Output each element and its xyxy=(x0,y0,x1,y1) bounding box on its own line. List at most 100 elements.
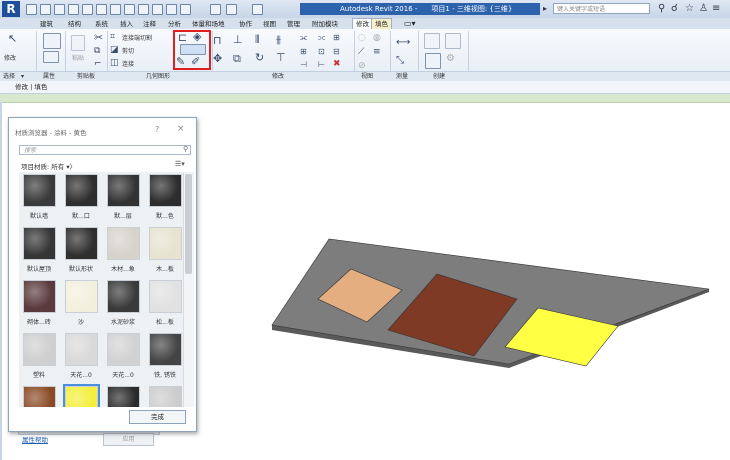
join-cut-button[interactable]: 连接端切割 xyxy=(122,33,152,42)
move-cross-icon[interactable]: ✥ xyxy=(213,53,222,64)
create-group-icon[interactable] xyxy=(445,33,461,49)
revit-logo-icon[interactable]: R xyxy=(2,1,20,17)
close-hidden-icon[interactable] xyxy=(210,4,221,15)
trim-extend-icon[interactable]: ⊤ xyxy=(276,52,286,63)
project-materials-filter[interactable]: 项目材质: 所有 ▾〉 xyxy=(21,161,76,171)
scale-icon[interactable]: ⊡ xyxy=(318,46,325,57)
tab-view[interactable]: 视图 xyxy=(263,19,276,29)
sign-in-icon[interactable]: ≡ xyxy=(712,3,720,15)
join-geometry-icon[interactable]: ◫ xyxy=(110,58,119,69)
material-search-input[interactable]: 搜索 xyxy=(19,145,191,155)
material-swatch[interactable] xyxy=(23,174,56,207)
list-view-icon[interactable]: ☰▾ xyxy=(175,160,185,168)
redo-icon[interactable] xyxy=(68,4,79,15)
split-gap-icon[interactable]: ⫗ xyxy=(318,32,325,43)
3d-view-icon[interactable] xyxy=(152,4,163,15)
material-swatch[interactable] xyxy=(107,333,140,366)
customize-icon[interactable] xyxy=(252,4,263,15)
copy-icon[interactable]: ⧉ xyxy=(94,46,100,57)
material-swatch[interactable] xyxy=(23,227,56,260)
mirror-axis-icon[interactable]: ⫴ xyxy=(255,34,260,45)
favorite-star-icon[interactable]: ☆ xyxy=(685,3,694,15)
switch-window-icon[interactable] xyxy=(226,4,237,15)
join-cut-icon[interactable]: ⌗ xyxy=(110,32,115,43)
material-swatch[interactable] xyxy=(149,227,182,260)
material-swatch[interactable] xyxy=(107,174,140,207)
match-type-icon[interactable]: ⌐ xyxy=(94,59,102,70)
binoculars-icon[interactable]: ⚲ xyxy=(658,3,665,15)
tab-massing-site[interactable]: 体量和场地 xyxy=(192,19,225,29)
select-dropdown-icon[interactable]: ▾ xyxy=(21,72,24,81)
paste-icon[interactable] xyxy=(71,35,85,51)
cut-scissors-icon[interactable]: ✂ xyxy=(94,32,103,43)
tab-systems[interactable]: 系统 xyxy=(95,19,108,29)
pin-icon[interactable]: ⊟ xyxy=(333,46,340,57)
material-swatch[interactable] xyxy=(63,384,100,407)
mirror-draw-icon[interactable]: ⫵ xyxy=(276,34,281,45)
save-icon[interactable] xyxy=(40,4,51,15)
panel-label-select[interactable]: 选择 xyxy=(3,72,15,81)
text-icon[interactable] xyxy=(138,4,149,15)
properties-help-link[interactable]: 属性帮助 xyxy=(22,434,48,444)
properties-icon[interactable] xyxy=(43,33,61,49)
tab-insert[interactable]: 插入 xyxy=(120,19,133,29)
align-icon[interactable]: ⊓ xyxy=(213,35,222,46)
material-swatch[interactable] xyxy=(65,333,98,366)
linework-type-icon[interactable]: ≡ xyxy=(373,47,381,58)
material-swatch[interactable] xyxy=(65,280,98,313)
material-swatch[interactable] xyxy=(23,333,56,366)
tab-annotate[interactable]: 注释 xyxy=(143,19,156,29)
modify-button[interactable]: 修改 xyxy=(4,53,16,62)
material-swatch[interactable] xyxy=(23,386,56,407)
measure-between-icon[interactable]: ⟷ xyxy=(396,37,410,48)
material-swatch[interactable] xyxy=(149,280,182,313)
tab-collaborate[interactable]: 协作 xyxy=(239,19,252,29)
unpin-icon[interactable]: ⊞ xyxy=(333,32,340,43)
scroll-thumb[interactable] xyxy=(185,174,192,274)
section-icon[interactable] xyxy=(166,4,177,15)
offset-icon[interactable]: ⊥ xyxy=(233,34,243,45)
thin-lines-icon[interactable] xyxy=(180,4,191,15)
tab-manage[interactable]: 管理 xyxy=(287,19,300,29)
aligned-dimension-icon[interactable]: ⤡ xyxy=(396,55,404,66)
dimension-icon[interactable] xyxy=(110,4,121,15)
material-swatch[interactable] xyxy=(107,280,140,313)
material-swatch[interactable] xyxy=(149,386,182,407)
split-element-icon[interactable]: ⫘ xyxy=(300,32,307,43)
join-geometry-button[interactable]: 连接 xyxy=(122,59,134,68)
paste-button[interactable]: 粘贴 xyxy=(72,53,84,62)
cut-geometry-icon[interactable]: ◪ xyxy=(110,45,119,56)
view-visibility-icon[interactable]: ◌ xyxy=(358,33,366,44)
expand-icon[interactable]: ▸ xyxy=(543,4,547,13)
print-icon[interactable] xyxy=(82,4,93,15)
array-icon[interactable]: ⊞ xyxy=(300,46,307,57)
view-override-icon[interactable]: ◍ xyxy=(373,33,381,44)
tab-structure[interactable]: 结构 xyxy=(68,19,81,29)
tab-addins[interactable]: 附加模块 xyxy=(312,19,338,29)
create-similar-icon[interactable] xyxy=(425,53,441,69)
panel-toggle-icon[interactable]: ▭▾ xyxy=(404,19,416,29)
close-icon[interactable]: × xyxy=(177,124,185,134)
cut-geometry-button[interactable]: 剪切 xyxy=(122,46,134,55)
apply-button[interactable]: 应用 xyxy=(103,433,154,446)
open-icon[interactable] xyxy=(26,4,37,15)
measure-icon[interactable] xyxy=(96,4,107,15)
trim-corner-icon[interactable]: ⊣ xyxy=(300,59,307,70)
material-swatch[interactable] xyxy=(107,386,140,407)
material-swatch[interactable] xyxy=(65,174,98,207)
done-button[interactable]: 完成 xyxy=(129,410,186,424)
material-swatch[interactable] xyxy=(23,280,56,313)
create-assembly-icon[interactable]: ⚙ xyxy=(446,53,455,64)
line-work-icon[interactable]: ⟋ xyxy=(358,47,364,58)
undo-icon[interactable] xyxy=(54,4,65,15)
create-part-icon[interactable] xyxy=(424,33,440,49)
material-swatch[interactable] xyxy=(149,333,182,366)
material-swatch[interactable] xyxy=(107,227,140,260)
tab-architecture[interactable]: 建筑 xyxy=(40,19,53,29)
search-input[interactable]: 键入关键字或短语 xyxy=(553,3,650,14)
material-swatch[interactable] xyxy=(65,227,98,260)
communication-icon[interactable]: ☌ xyxy=(671,3,678,15)
help-icon[interactable]: ? xyxy=(155,125,159,134)
swatch-scrollbar[interactable] xyxy=(183,172,194,407)
trim-single-icon[interactable]: ⊢ xyxy=(318,59,325,70)
